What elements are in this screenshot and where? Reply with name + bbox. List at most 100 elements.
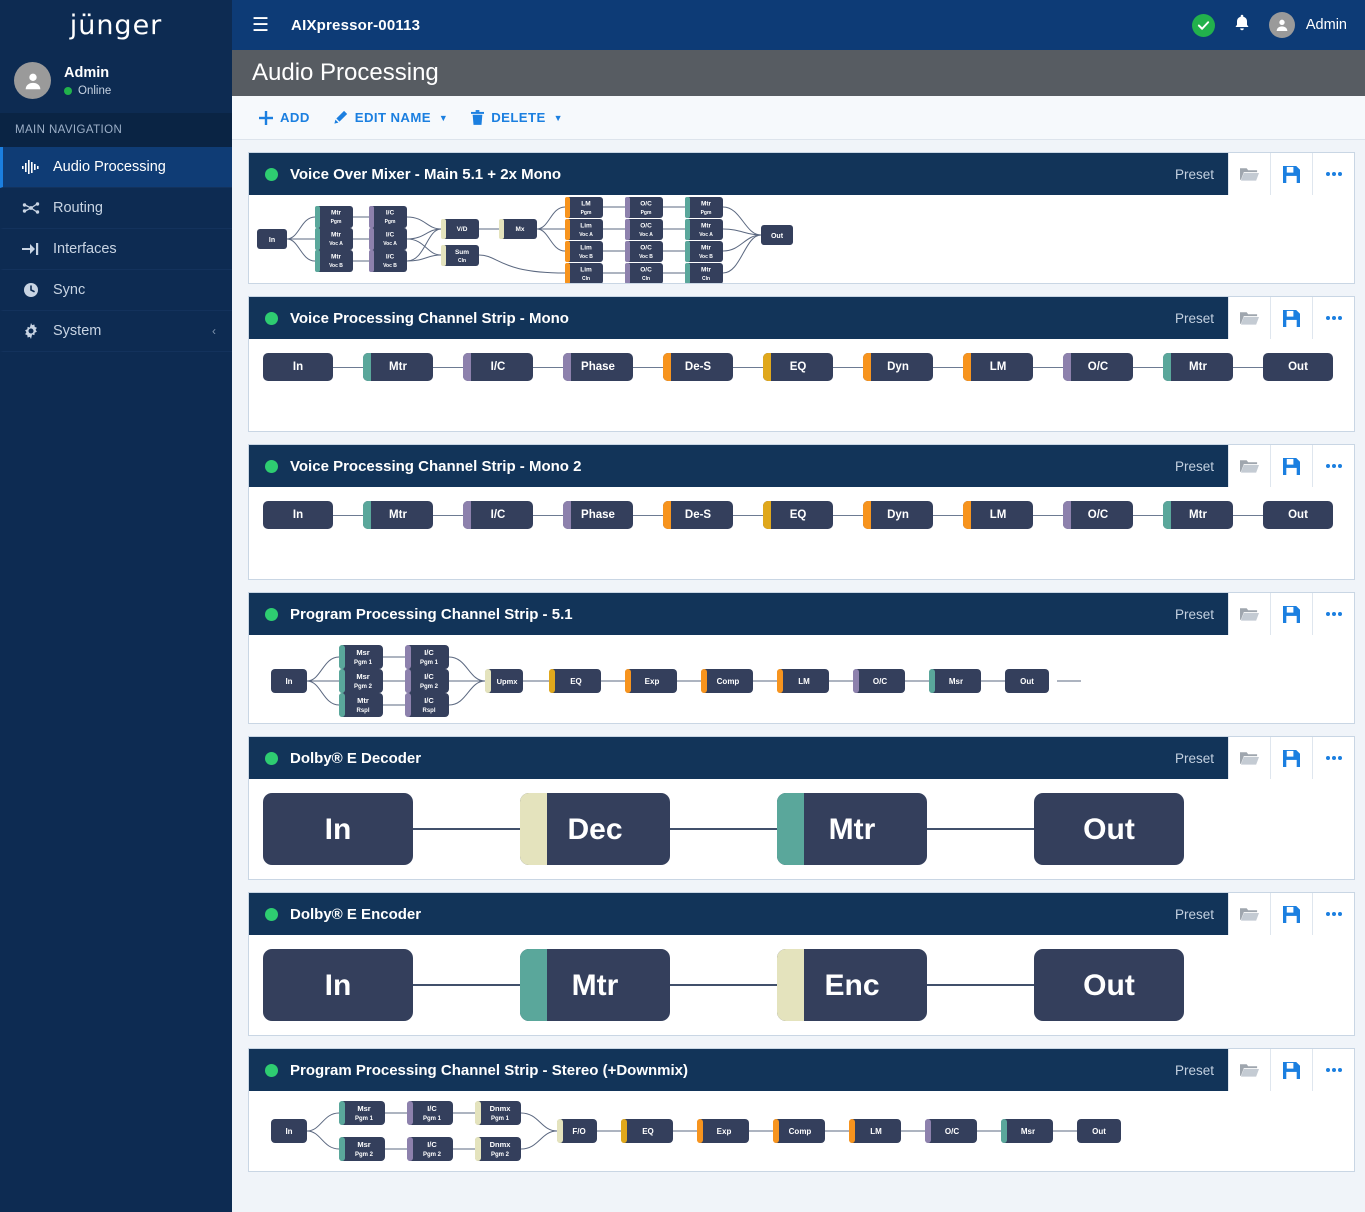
preset-open-button[interactable] <box>1228 445 1270 487</box>
svg-text:Out: Out <box>1092 1127 1106 1136</box>
flow-node[interactable]: I/C <box>463 501 533 529</box>
flow-node[interactable]: LM <box>963 353 1033 381</box>
flow-node[interactable]: Mtr <box>363 353 433 381</box>
preset-save-button[interactable] <box>1270 297 1312 339</box>
preset-open-button[interactable] <box>1228 737 1270 779</box>
node-label: EQ <box>790 509 807 522</box>
flow-node[interactable]: Mtr <box>1163 353 1233 381</box>
preset-label: Preset <box>1161 1063 1228 1078</box>
flow-node[interactable]: EQ <box>763 501 833 529</box>
preset-more-button[interactable] <box>1312 445 1354 487</box>
hamburger-icon[interactable]: ☰ <box>252 16 269 35</box>
preset-more-button[interactable] <box>1312 737 1354 779</box>
flow-node[interactable]: In <box>263 501 333 529</box>
flow-node[interactable]: Out <box>1034 793 1184 865</box>
node-label: Phase <box>581 361 615 374</box>
flow-node[interactable]: Mtr <box>777 793 927 865</box>
brand-text: jünger <box>70 10 163 41</box>
svg-text:Voc B: Voc B <box>699 254 713 260</box>
preset-save-button[interactable] <box>1270 593 1312 635</box>
svg-text:Mtr: Mtr <box>701 201 712 208</box>
sidebar-item-interfaces[interactable]: Interfaces <box>0 229 232 270</box>
preset-more-button[interactable] <box>1312 893 1354 935</box>
sidebar-user-block[interactable]: Admin Online <box>0 50 232 113</box>
flow-node[interactable]: Dyn <box>863 501 933 529</box>
preset-save-button[interactable] <box>1270 893 1312 935</box>
flow-node[interactable]: Mtr <box>363 501 433 529</box>
flow-node[interactable]: Dyn <box>863 353 933 381</box>
preset-more-button[interactable] <box>1312 297 1354 339</box>
sidebar-item-label: Audio Processing <box>53 159 166 175</box>
svg-text:Rspl: Rspl <box>356 708 369 714</box>
svg-text:Mtr: Mtr <box>357 696 369 705</box>
node-label: Mtr <box>1189 509 1207 522</box>
preset-more-button[interactable] <box>1312 1049 1354 1091</box>
card-body: In Mtr Enc Out <box>249 935 1354 1035</box>
flow-node[interactable]: In <box>263 353 333 381</box>
status-badge <box>265 1064 278 1077</box>
bell-icon[interactable] <box>1234 14 1250 37</box>
avatar <box>14 62 51 99</box>
preset-save-button[interactable] <box>1270 1049 1312 1091</box>
cards-container: Voice Over Mixer - Main 5.1 + 2x Mono Pr… <box>232 140 1365 1212</box>
flow-node[interactable]: EQ <box>763 353 833 381</box>
svg-text:Msr: Msr <box>949 677 963 686</box>
delete-button-label: DELETE <box>491 110 545 125</box>
card-header: Program Processing Channel Strip - 5.1 P… <box>249 593 1354 635</box>
sidebar-item-sync[interactable]: Sync <box>0 270 232 311</box>
flow-node[interactable]: LM <box>963 501 1033 529</box>
card-title: Voice Processing Channel Strip - Mono 2 <box>290 458 581 475</box>
flow-node[interactable]: Out <box>1263 501 1333 529</box>
svg-text:EQ: EQ <box>642 1127 654 1136</box>
flow-node[interactable]: Phase <box>563 353 633 381</box>
flow-node[interactable]: I/C <box>463 353 533 381</box>
preset-controls: Preset <box>1161 1049 1354 1091</box>
sidebar-item-audio-processing[interactable]: Audio Processing <box>0 147 232 188</box>
flow-node[interactable]: O/C <box>1063 501 1133 529</box>
check-circle-icon[interactable] <box>1192 14 1215 37</box>
trash-icon <box>471 110 484 125</box>
card-title: Program Processing Channel Strip - Stere… <box>290 1062 688 1079</box>
sidebar-item-routing[interactable]: Routing <box>0 188 232 229</box>
sidebar-item-system[interactable]: System ‹ <box>0 311 232 352</box>
flow-node[interactable]: Phase <box>563 501 633 529</box>
preset-open-button[interactable] <box>1228 297 1270 339</box>
floppy-save-icon <box>1283 1062 1300 1079</box>
flow-node[interactable]: In <box>263 949 413 1021</box>
preset-more-button[interactable] <box>1312 153 1354 195</box>
preset-open-button[interactable] <box>1228 593 1270 635</box>
topbar-avatar[interactable] <box>1269 12 1295 38</box>
edit-name-button[interactable]: EDIT NAME ▼ <box>324 105 457 130</box>
signal-flow-diagram: In MsrPgm 1 MsrPgm 2 MtrRspl I/CPgm 1 I/… <box>249 635 1349 723</box>
preset-open-button[interactable] <box>1228 1049 1270 1091</box>
flow-node[interactable]: Out <box>1034 949 1184 1021</box>
signal-flow-diagram: In MsrPgm 1 MsrPgm 2 I/CPgm 1 I/CPgm 2 D… <box>249 1091 1349 1171</box>
flow-node[interactable]: Dec <box>520 793 670 865</box>
add-button[interactable]: ADD <box>250 105 319 130</box>
preset-label: Preset <box>1161 607 1228 622</box>
flow-node[interactable]: In <box>263 793 413 865</box>
preset-save-button[interactable] <box>1270 737 1312 779</box>
preset-save-button[interactable] <box>1270 153 1312 195</box>
svg-text:Pgm 2: Pgm 2 <box>491 1152 510 1158</box>
preset-save-button[interactable] <box>1270 445 1312 487</box>
svg-text:O/C: O/C <box>873 677 887 686</box>
flow-node[interactable]: Enc <box>777 949 927 1021</box>
svg-text:Cln: Cln <box>458 258 466 264</box>
flow-node[interactable]: De-S <box>663 353 733 381</box>
preset-open-button[interactable] <box>1228 893 1270 935</box>
flow-node[interactable]: Mtr <box>520 949 670 1021</box>
delete-button[interactable]: DELETE ▼ <box>462 105 572 130</box>
preset-open-button[interactable] <box>1228 153 1270 195</box>
svg-text:Dnmx: Dnmx <box>490 1104 512 1113</box>
flow-node[interactable]: Mtr <box>1163 501 1233 529</box>
flow-node[interactable]: De-S <box>663 501 733 529</box>
flow-node[interactable]: O/C <box>1063 353 1133 381</box>
node-label: Phase <box>581 509 615 522</box>
svg-text:LM: LM <box>581 201 590 208</box>
preset-more-button[interactable] <box>1312 593 1354 635</box>
signal-flow-strip: In Dec Mtr Out <box>249 779 1354 879</box>
svg-text:Cln: Cln <box>582 276 590 282</box>
flow-node[interactable]: Out <box>1263 353 1333 381</box>
user-icon <box>22 70 44 92</box>
